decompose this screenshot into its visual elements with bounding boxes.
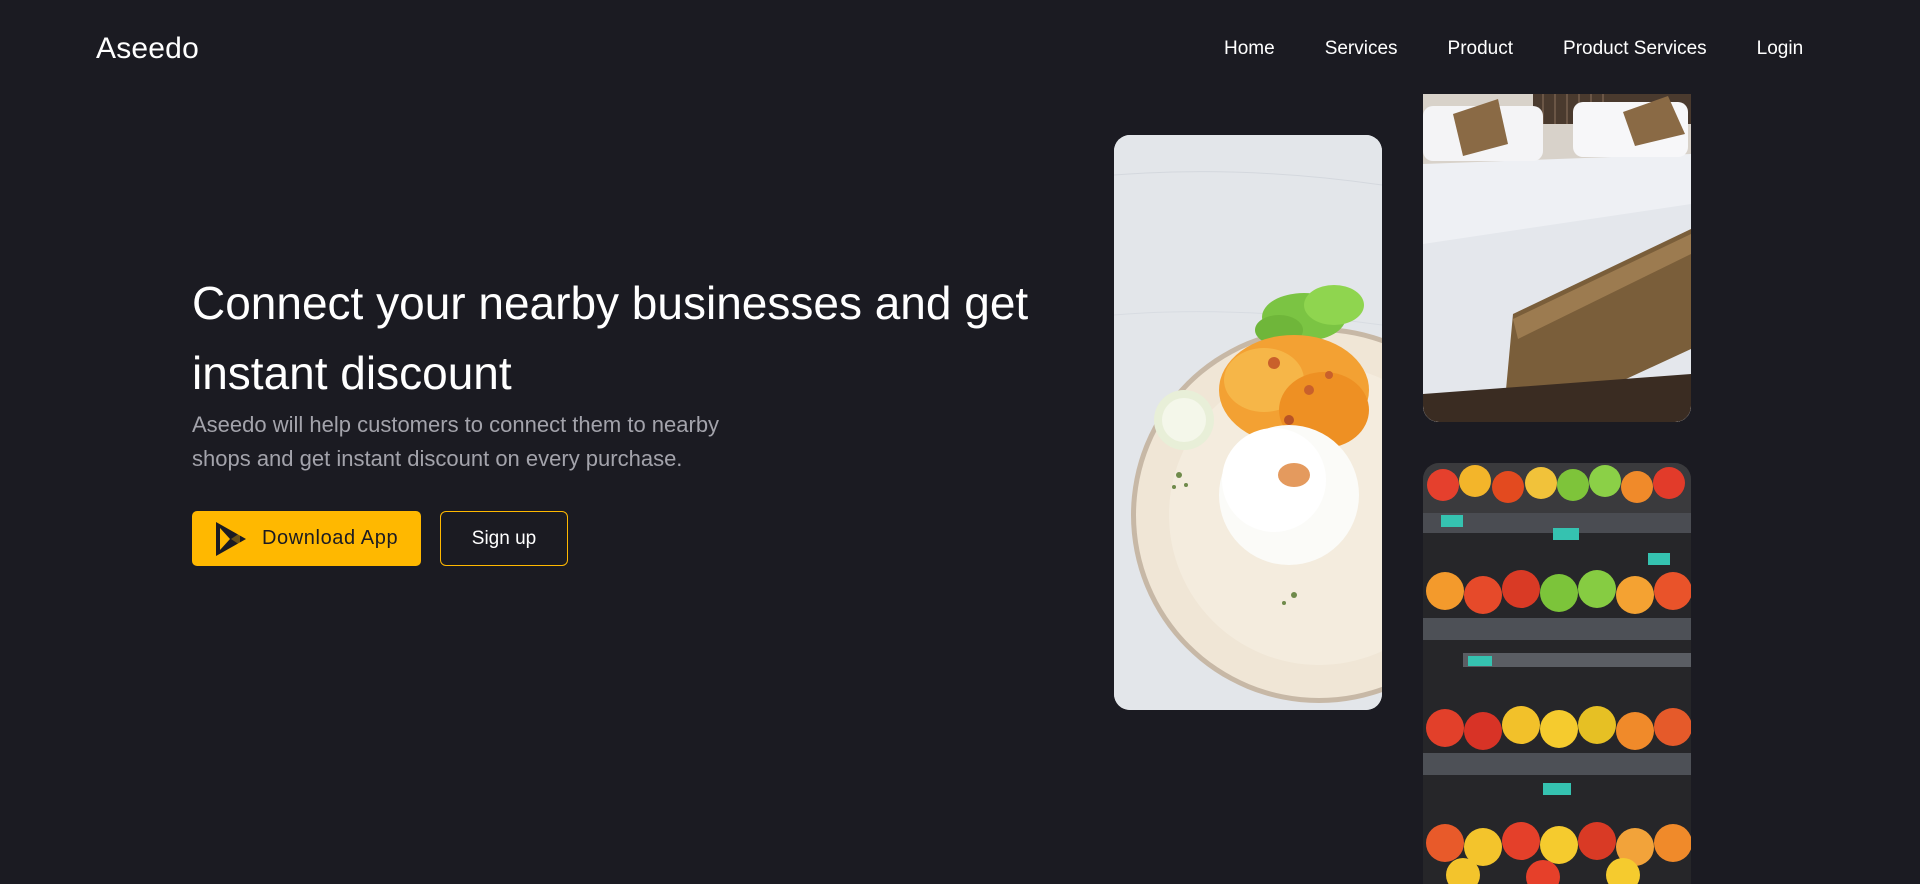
nav-item-product[interactable]: Product (1448, 38, 1513, 60)
nav-item-product-services[interactable]: Product Services (1563, 38, 1707, 60)
download-app-label: Download App (262, 527, 399, 549)
play-store-icon (214, 521, 248, 557)
hero-subtitle: Aseedo will help customers to connect th… (192, 412, 720, 471)
fruit-shelves-image (1423, 463, 1691, 884)
signup-button[interactable]: Sign up (440, 511, 568, 566)
brand-logo[interactable]: Aseedo (96, 32, 199, 66)
hotel-bed-image (1423, 94, 1691, 422)
main-nav: Home Services Product Product Services L… (1224, 38, 1803, 60)
download-app-button[interactable]: Download App (192, 511, 421, 566)
nav-item-home[interactable]: Home (1224, 38, 1275, 60)
nav-item-login[interactable]: Login (1757, 38, 1804, 60)
nav-item-services[interactable]: Services (1325, 38, 1398, 60)
hero-title: Connect your nearby businesses and get i… (192, 277, 1029, 399)
food-image (1114, 135, 1382, 710)
